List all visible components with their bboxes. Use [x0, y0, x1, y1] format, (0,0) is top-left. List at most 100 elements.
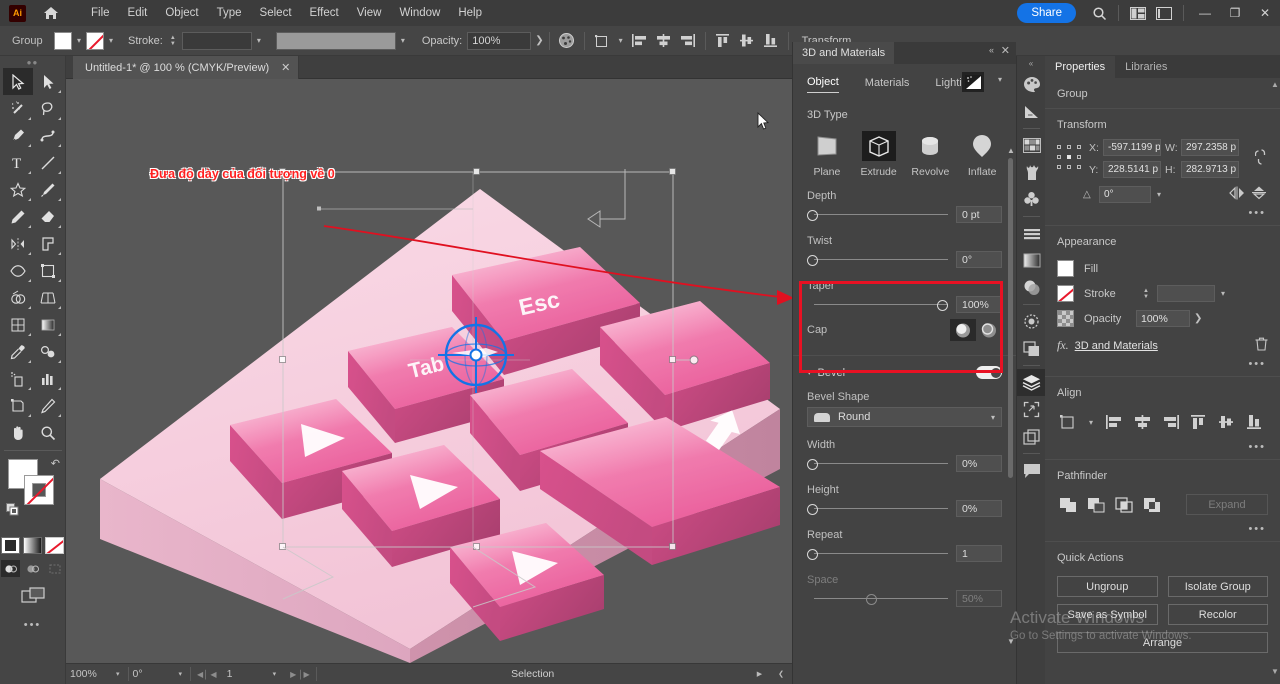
material-dropdown-icon[interactable]: ▾ — [998, 75, 1002, 84]
status-prev-icon[interactable]: ❮ — [770, 670, 792, 678]
stroke-swatch[interactable] — [86, 32, 104, 50]
artboard-nav-last[interactable]: ▶ │▶ — [284, 670, 316, 679]
canvas[interactable]: Esc Tab — [66, 79, 792, 663]
align-center-h-icon[interactable] — [1129, 411, 1155, 433]
align-center-v-icon[interactable] — [1213, 411, 1239, 433]
selection-tool[interactable] — [3, 68, 33, 95]
align-top-icon[interactable] — [1185, 411, 1211, 433]
symbol-sprayer-tool[interactable] — [3, 365, 33, 392]
comments-icon[interactable] — [1017, 457, 1046, 484]
maximize-button[interactable]: ❐ — [1220, 0, 1250, 26]
column-graph-tool[interactable] — [33, 365, 63, 392]
slice-tool[interactable] — [33, 392, 63, 419]
zoom-dropdown-icon[interactable]: ▾ — [108, 670, 128, 678]
bevel-shape-select[interactable]: Round ▾ — [807, 407, 1002, 427]
menu-object[interactable]: Object — [156, 3, 207, 23]
menu-view[interactable]: View — [348, 3, 391, 23]
align-right-icon[interactable] — [1157, 411, 1183, 433]
bevel-toggle[interactable] — [976, 366, 1002, 379]
chevron-down-icon[interactable]: ▾ — [807, 367, 812, 378]
align-bottom-icon[interactable] — [759, 30, 783, 52]
perspective-grid-tool[interactable] — [33, 284, 63, 311]
pencil-tool[interactable] — [3, 203, 33, 230]
direct-selection-tool[interactable] — [33, 68, 63, 95]
link-broken-icon[interactable] — [1252, 147, 1270, 170]
appearance-stroke-width-input[interactable] — [1157, 285, 1215, 302]
taper-slider-knob[interactable] — [937, 300, 948, 311]
align-center-h-icon[interactable] — [652, 30, 676, 52]
gradient-tool[interactable] — [33, 311, 63, 338]
exclude-icon[interactable] — [1141, 495, 1163, 515]
appearance-stroke-dropdown-icon[interactable]: ▾ — [1215, 289, 1231, 298]
share-button[interactable]: Share — [1017, 3, 1076, 23]
tab-object[interactable]: Object — [807, 76, 839, 93]
transparency-icon[interactable] — [1017, 274, 1046, 301]
menu-type[interactable]: Type — [208, 3, 251, 23]
expand-panels-icon[interactable]: « — [1017, 56, 1045, 71]
chevron-down-icon[interactable]: ▾ — [991, 413, 995, 422]
3d-panel-tab[interactable]: 3D and Materials — [793, 42, 894, 64]
blend-tool[interactable] — [33, 338, 63, 365]
color-guide-icon[interactable] — [1017, 98, 1046, 125]
cap-hollow-icon[interactable] — [976, 319, 1002, 341]
scroll-up-icon[interactable]: ▲ — [1271, 80, 1279, 89]
pathfinder-more-button[interactable]: ••• — [1045, 519, 1280, 541]
color-mode-solid[interactable] — [1, 537, 20, 554]
bevel-repeat-slider-knob[interactable] — [807, 549, 818, 560]
align-center-v-icon[interactable] — [735, 30, 759, 52]
swatches-icon[interactable] — [1017, 132, 1046, 159]
document-tab[interactable]: Untitled-1* @ 100 % (CMYK/Preview) ✕ — [73, 56, 299, 79]
paintbrush-tool[interactable] — [33, 176, 63, 203]
w-input[interactable]: 297.2358 p — [1181, 139, 1239, 156]
opacity-input[interactable]: 100% — [467, 32, 531, 50]
appearance-more-button[interactable]: ••• — [1045, 354, 1280, 376]
bevel-height-value-input[interactable]: 0% — [956, 500, 1002, 517]
asset-export-icon[interactable] — [1017, 396, 1046, 423]
swap-fill-stroke-icon[interactable]: ↶ — [51, 457, 60, 470]
draw-inside-icon[interactable] — [45, 560, 64, 577]
tab-libraries[interactable]: Libraries — [1115, 56, 1177, 78]
artboard-tool[interactable] — [3, 392, 33, 419]
effect-name[interactable]: 3D and Materials — [1075, 340, 1255, 352]
x-input[interactable]: -597.1199 p — [1103, 139, 1161, 156]
minus-front-icon[interactable] — [1085, 495, 1107, 515]
align-bottom-icon[interactable] — [1241, 411, 1267, 433]
appearance-icon[interactable] — [1017, 308, 1046, 335]
stroke-dropdown-icon[interactable]: ▾ — [104, 36, 118, 45]
eyedropper-tool[interactable] — [3, 338, 33, 365]
scale-tool[interactable] — [33, 230, 63, 257]
menu-help[interactable]: Help — [449, 3, 491, 23]
menu-window[interactable]: Window — [390, 3, 449, 23]
align-dropdown-icon[interactable]: ▾ — [614, 36, 628, 45]
rotate-tool[interactable] — [3, 230, 33, 257]
align-to-selection-icon[interactable] — [1055, 411, 1081, 433]
curvature-tool[interactable] — [33, 122, 63, 149]
toolbar-grip[interactable]: ●● — [0, 56, 65, 68]
scroll-down-icon[interactable]: ▼ — [1271, 667, 1279, 676]
artboard-number-input[interactable]: 1 — [223, 667, 265, 682]
twist-slider-knob[interactable] — [807, 255, 818, 266]
align-strokes-icon[interactable] — [1017, 220, 1046, 247]
lasso-tool[interactable] — [33, 95, 63, 122]
h-input[interactable]: 282.9713 p — [1181, 161, 1239, 178]
stroke-width-dropdown-icon[interactable]: ▾ — [252, 36, 266, 45]
zoom-level-input[interactable]: 100% — [66, 667, 108, 682]
depth-slider-knob[interactable] — [807, 210, 818, 221]
eraser-tool[interactable] — [33, 203, 63, 230]
brushes-icon[interactable] — [1017, 159, 1046, 186]
line-segment-tool[interactable] — [33, 149, 63, 176]
align-to-selection-icon[interactable] — [590, 30, 614, 52]
arrange-button[interactable]: Arrange — [1057, 632, 1268, 653]
gradient-icon[interactable] — [1017, 247, 1046, 274]
rotation-dropdown-icon[interactable]: ▾ — [171, 670, 191, 678]
align-left-icon[interactable] — [1101, 411, 1127, 433]
color-panel-icon[interactable] — [1017, 71, 1046, 98]
save-as-symbol-button[interactable]: Save as Symbol — [1057, 604, 1158, 625]
twist-value-input[interactable]: 0° — [956, 251, 1002, 268]
close-icon[interactable]: ✕ — [1001, 44, 1010, 57]
menu-edit[interactable]: Edit — [119, 3, 157, 23]
default-fill-stroke-icon[interactable] — [6, 503, 19, 516]
color-mode-none[interactable] — [45, 537, 64, 554]
color-mode-gradient[interactable] — [23, 537, 42, 554]
artboards-icon[interactable] — [1017, 423, 1046, 450]
